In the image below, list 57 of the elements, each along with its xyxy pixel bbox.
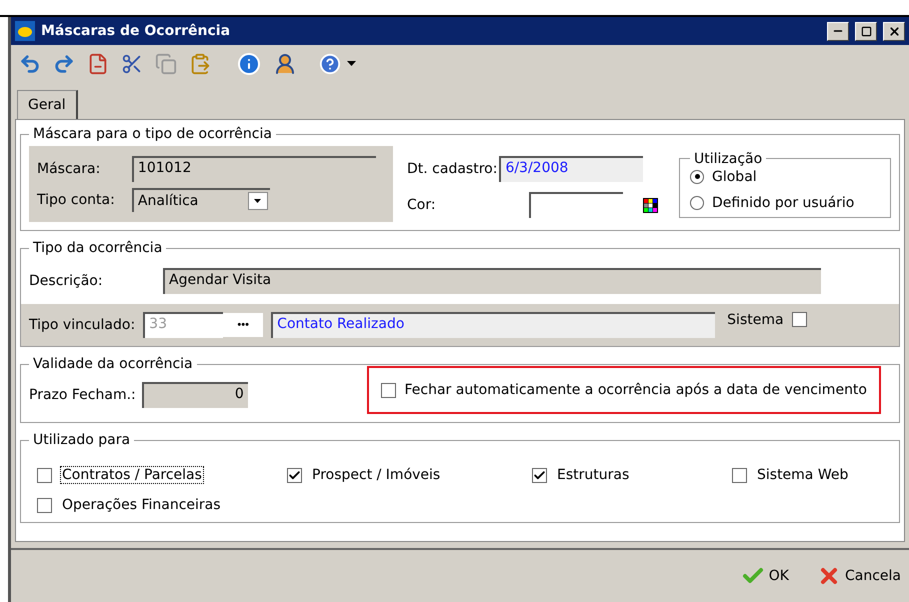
field-label: Tipo conta: xyxy=(37,192,116,208)
group-title: Utilizado para xyxy=(32,432,132,448)
field-label: Dt. cadastro: xyxy=(407,161,498,177)
radio-label: Definido por usuário xyxy=(712,194,854,210)
user-icon[interactable] xyxy=(273,52,297,76)
close-icon xyxy=(888,24,900,38)
checkbox-label: Operações Financeiras xyxy=(61,496,222,514)
checkbox-label: Prospect / Imóveis xyxy=(311,466,442,484)
mask-field[interactable]: 101012 xyxy=(132,156,376,182)
close-button[interactable] xyxy=(883,22,905,40)
deadline-field[interactable]: 0 xyxy=(142,382,248,408)
color-palette-icon[interactable] xyxy=(643,198,658,212)
maximize-button[interactable] xyxy=(855,22,877,40)
app-icon xyxy=(15,21,35,41)
checkbox[interactable] xyxy=(37,498,52,512)
checkbox-label: Sistema xyxy=(727,312,784,328)
checkbox[interactable] xyxy=(37,468,52,482)
caret-icon xyxy=(254,199,262,203)
cut-icon[interactable] xyxy=(121,52,143,74)
checkbox-label: Contratos / Parcelas xyxy=(60,466,204,484)
account-type-dropdown[interactable]: Analítica xyxy=(132,188,270,212)
browse-button[interactable]: ••• xyxy=(223,313,264,337)
radio-label: Global xyxy=(712,168,757,184)
checkbox[interactable] xyxy=(287,468,302,482)
checkbox-label: Estruturas xyxy=(556,466,630,484)
radio-button[interactable] xyxy=(690,170,704,184)
ok-button[interactable]: OK xyxy=(738,562,791,590)
group-title: Utilização xyxy=(693,150,764,166)
minimize-button[interactable] xyxy=(827,22,849,40)
undo-icon[interactable] xyxy=(19,52,41,74)
tab[interactable]: Geral xyxy=(17,90,78,119)
document-minus-icon[interactable] xyxy=(87,52,109,74)
field-label: Tipo vinculado: xyxy=(29,317,136,333)
checkbox[interactable] xyxy=(381,382,396,398)
maximize-icon xyxy=(860,26,872,36)
help-icon[interactable] xyxy=(319,52,341,74)
checkbox-label: Fechar automaticamente a ocorrência após a data de vencimento xyxy=(404,382,867,398)
linked-name-field[interactable]: Contato Realizado xyxy=(271,312,716,338)
dropdown-caret-icon[interactable] xyxy=(347,61,356,66)
checkbox-label: Sistema Web xyxy=(756,466,850,484)
checkbox[interactable] xyxy=(732,468,747,482)
redo-icon[interactable] xyxy=(53,52,75,74)
info-icon[interactable] xyxy=(237,52,261,76)
description-field[interactable]: Agendar Visita xyxy=(163,268,821,294)
group-title: Validade da ocorrência xyxy=(32,356,194,372)
field-label: Máscara: xyxy=(37,161,102,177)
checkbox[interactable] xyxy=(532,468,547,482)
field-label: Cor: xyxy=(407,197,437,213)
date-field[interactable]: 6/3/2008 xyxy=(499,156,644,182)
group-title: Tipo da ocorrência xyxy=(32,240,164,256)
radio-button[interactable] xyxy=(690,196,704,210)
field-label: Descrição: xyxy=(29,273,104,289)
field-label: Prazo Fecham.: xyxy=(29,387,136,403)
window-title: Máscaras de Ocorrência xyxy=(41,23,232,39)
group-title: Máscara para o tipo de ocorrência xyxy=(32,126,273,142)
cancel-button[interactable]: Cancela xyxy=(814,562,903,590)
checkbox[interactable] xyxy=(792,312,807,327)
